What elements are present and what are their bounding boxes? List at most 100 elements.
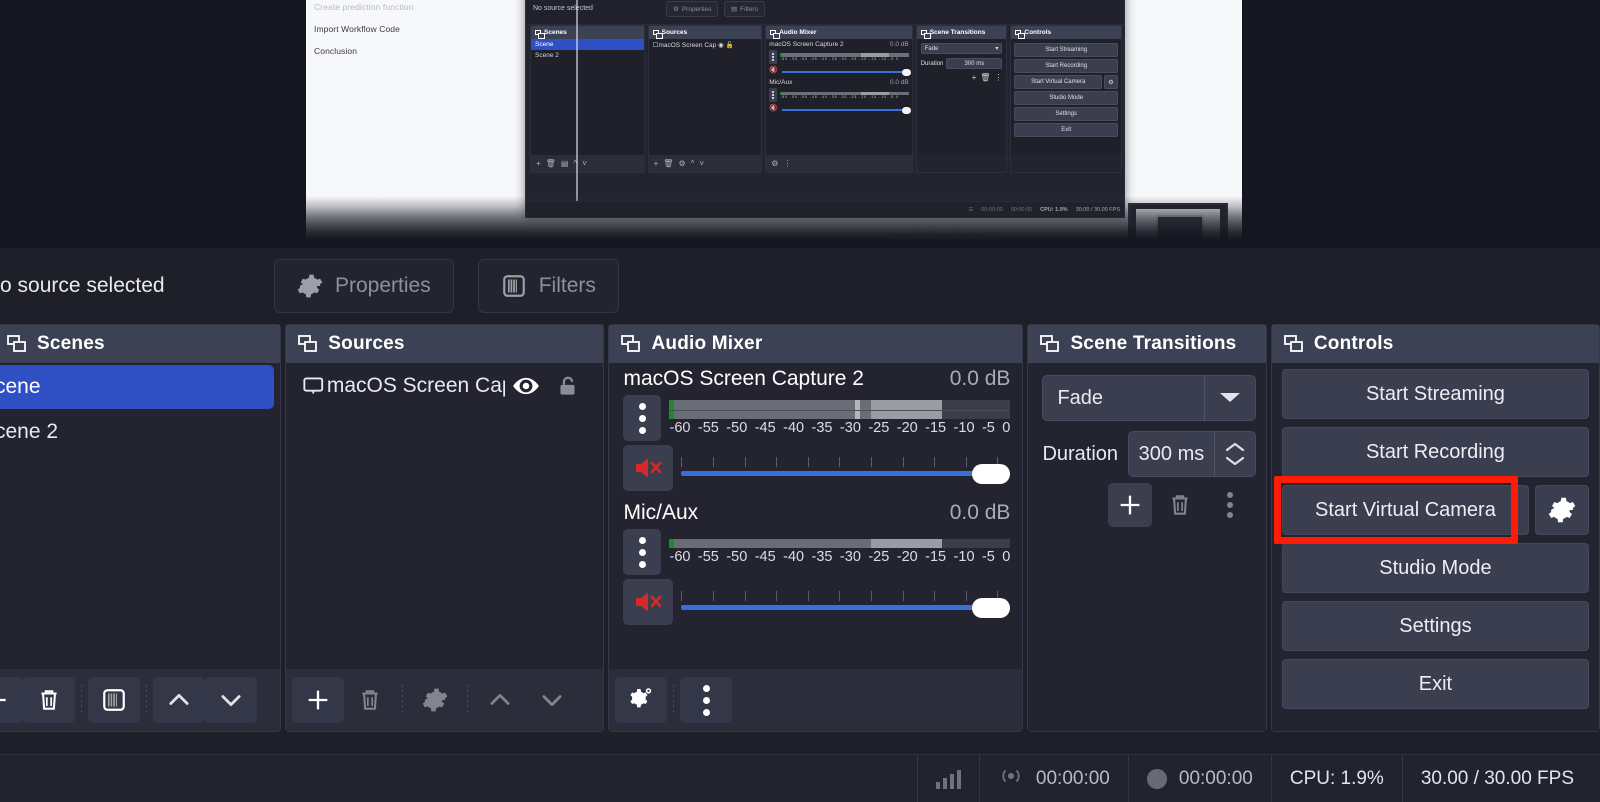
volume-slider-handle[interactable] bbox=[972, 598, 1011, 618]
preview-canvas[interactable]: Create prediction function Import Workfl… bbox=[0, 0, 1600, 248]
chevron-up-icon bbox=[1225, 442, 1244, 452]
mixer-track-menu-button[interactable] bbox=[623, 529, 662, 575]
move-scene-down-button[interactable] bbox=[205, 677, 257, 723]
source-list-item[interactable]: macOS Screen Capt bbox=[286, 363, 603, 409]
source-properties-button[interactable] bbox=[409, 677, 461, 723]
scene-list-item[interactable]: cene bbox=[0, 365, 275, 409]
remove-source-button[interactable] bbox=[344, 677, 396, 723]
nested-sources-toolbar[interactable]: + 🗑 ⚙ ^ ˅ bbox=[648, 155, 762, 172]
volume-slider[interactable] bbox=[681, 445, 1011, 491]
scenes-panel: Scenes cene cene 2 bbox=[0, 324, 282, 732]
nested-start-streaming[interactable]: Start Streaming bbox=[1014, 43, 1118, 57]
status-stream: 00:00:00 bbox=[978, 754, 1128, 802]
transitions-panel-title: Scene Transitions bbox=[1070, 333, 1237, 354]
settings-button[interactable]: Settings bbox=[1281, 601, 1590, 651]
eye-icon[interactable]: ◉ bbox=[718, 42, 724, 49]
panel-float-icon bbox=[621, 335, 641, 352]
eye-icon[interactable] bbox=[505, 372, 548, 400]
nested-track-name: Mic/Aux bbox=[769, 79, 793, 86]
lock-icon[interactable] bbox=[548, 373, 587, 399]
filters-button-label: Filters bbox=[538, 274, 596, 297]
nested-mute-icon[interactable]: 🔇 bbox=[769, 104, 779, 113]
chevron-down-icon bbox=[542, 695, 562, 707]
nested-scenes-toolbar[interactable]: +🗑▤^˅ bbox=[531, 155, 644, 172]
transition-menu-button[interactable] bbox=[1208, 483, 1252, 527]
sources-list[interactable]: macOS Screen Capt bbox=[286, 363, 604, 669]
source-status-label: o source selected bbox=[0, 274, 165, 297]
nested-vcam-gear-icon[interactable]: ⚙ bbox=[1104, 75, 1118, 89]
mixer-track-menu-button[interactable] bbox=[623, 395, 662, 441]
exit-button[interactable]: Exit bbox=[1281, 659, 1590, 709]
mixer-db-scale: -60 -55 -50 -45 -40 -35 -30 -25 -20 -15 … bbox=[669, 420, 1011, 436]
nested-filters-button[interactable]: ▤ Filters bbox=[724, 1, 765, 17]
duration-spinbox[interactable]: 300 ms bbox=[1128, 431, 1256, 477]
status-bar: 00:00:00 00:00:00 CPU: 1.9% 30.00 / 30.0… bbox=[0, 754, 1600, 802]
panel-icon bbox=[652, 30, 663, 39]
studio-mode-button[interactable]: Studio Mode bbox=[1281, 543, 1590, 593]
scene-item-label: cene bbox=[0, 375, 41, 398]
mixer-menu-button[interactable] bbox=[680, 677, 733, 723]
lock-icon[interactable]: 🔓 bbox=[726, 42, 734, 49]
capture-edge-line bbox=[576, 0, 578, 201]
gear-icon bbox=[297, 274, 323, 298]
scene-list-item[interactable]: cene 2 bbox=[0, 411, 280, 453]
chevron-up-icon bbox=[490, 693, 510, 705]
nested-scene-item[interactable]: Scene 2 bbox=[531, 50, 644, 61]
remove-scene-button[interactable] bbox=[23, 677, 75, 723]
nested-kebab[interactable] bbox=[769, 50, 778, 64]
filters-icon bbox=[103, 689, 125, 711]
scene-filters-button[interactable] bbox=[88, 677, 140, 723]
virtual-camera-config-button[interactable] bbox=[1535, 485, 1590, 535]
transitions-foot bbox=[1028, 669, 1266, 731]
scenes-list[interactable]: cene cene 2 bbox=[0, 363, 281, 669]
nested-transition-toolbar[interactable]: + 🗑 ⋮ bbox=[921, 73, 1003, 82]
spinner-arrows[interactable] bbox=[1215, 442, 1255, 466]
move-source-up-button[interactable] bbox=[474, 677, 526, 723]
mute-button[interactable] bbox=[623, 445, 674, 491]
start-virtual-camera-button[interactable]: Start Virtual Camera bbox=[1281, 485, 1530, 535]
properties-button-label: Properties bbox=[335, 274, 431, 297]
transition-select[interactable]: Fade bbox=[1042, 375, 1256, 421]
nested-track-db: 0.0 dB bbox=[889, 41, 909, 48]
nested-scene-item[interactable]: Scene bbox=[531, 39, 644, 50]
nested-properties-button[interactable]: ⚙ Properties bbox=[666, 1, 719, 17]
mute-button[interactable] bbox=[623, 579, 674, 625]
panel-float-icon bbox=[7, 335, 26, 352]
filters-icon bbox=[502, 275, 525, 297]
remove-transition-button[interactable] bbox=[1158, 483, 1202, 527]
nested-start-virtual-camera[interactable]: Start Virtual Camera bbox=[1014, 75, 1102, 89]
scene-item-label: cene 2 bbox=[0, 420, 59, 443]
nested-source-item[interactable]: ☐macOS Screen Cap ◉ 🔓 bbox=[649, 39, 762, 51]
nested-mute-icon[interactable]: 🔇 bbox=[769, 66, 779, 75]
nested-transition-combo[interactable]: Fade ▾ bbox=[920, 43, 1003, 54]
nested-kebab[interactable] bbox=[769, 88, 778, 102]
properties-button[interactable]: Properties bbox=[274, 259, 454, 313]
gear-icon bbox=[1548, 497, 1576, 523]
start-streaming-button[interactable]: Start Streaming bbox=[1281, 369, 1590, 419]
nested-exit[interactable]: Exit bbox=[1014, 123, 1118, 137]
obs-main-area: o source selected Properties Filters Sce… bbox=[0, 248, 1600, 802]
move-scene-up-button[interactable] bbox=[153, 677, 205, 723]
toolbar-divider bbox=[467, 685, 469, 715]
advanced-audio-properties-button[interactable] bbox=[615, 677, 668, 723]
nested-duration-field[interactable]: 300 ms bbox=[946, 58, 1003, 69]
nested-start-recording[interactable]: Start Recording bbox=[1014, 59, 1118, 73]
volume-slider-handle[interactable] bbox=[972, 464, 1011, 484]
add-scene-button[interactable] bbox=[0, 677, 23, 723]
nested-settings[interactable]: Settings bbox=[1014, 107, 1118, 121]
nested-studio-mode[interactable]: Studio Mode bbox=[1014, 91, 1118, 105]
volume-slider[interactable] bbox=[681, 579, 1011, 625]
add-source-button[interactable] bbox=[292, 677, 345, 723]
transitions-panel-header: Scene Transitions bbox=[1028, 325, 1266, 363]
scenes-panel-title: Scenes bbox=[37, 333, 105, 354]
nested-mixer-toolbar[interactable]: ⚙ ⋮ bbox=[766, 155, 912, 172]
mixer-panel-title: Audio Mixer bbox=[651, 333, 763, 354]
move-source-down-button[interactable] bbox=[526, 677, 578, 723]
mixer-db-scale: -60 -55 -50 -45 -40 -35 -30 -25 -20 -15 … bbox=[669, 549, 1011, 565]
filters-button[interactable]: Filters bbox=[477, 259, 619, 313]
panel-float-icon bbox=[298, 335, 318, 352]
add-transition-button[interactable] bbox=[1107, 483, 1152, 527]
start-recording-button[interactable]: Start Recording bbox=[1281, 427, 1590, 477]
status-signal bbox=[916, 754, 979, 802]
mixer-track: Mic/Aux 0.0 dB -60 -55 -50 -45 -40 -35 -… bbox=[609, 497, 1022, 627]
